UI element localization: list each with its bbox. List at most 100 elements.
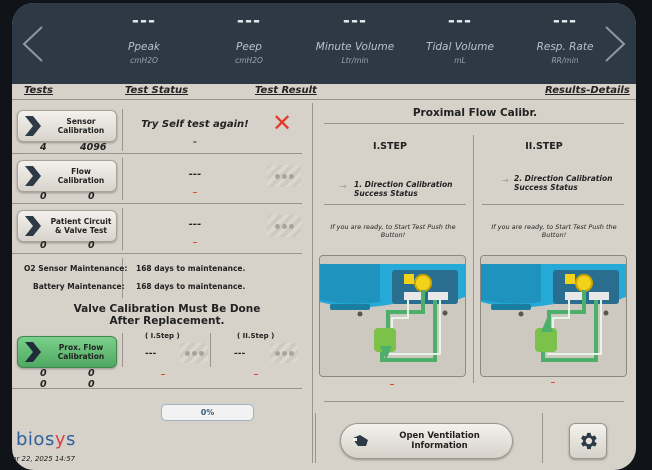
- app-frame: --- Ppeak cmH2O --- Peep cmH2O --- Minut…: [12, 3, 636, 470]
- step2-title: II.STEP: [525, 141, 563, 152]
- footer-divider: [315, 413, 316, 463]
- test-value: 0: [88, 240, 95, 251]
- status-indicator: [193, 192, 197, 193]
- status-indicator: [193, 242, 197, 243]
- param-name: Peep: [236, 41, 262, 53]
- arrow-right-icon: →: [502, 176, 509, 185]
- param-unit: cmH2O: [130, 56, 158, 65]
- battery-maintenance-label: Battery Maintenance:: [33, 282, 125, 291]
- step1-value: ---: [145, 349, 157, 359]
- patient-circuit-valve-test-button[interactable]: Patient Circuit & Valve Test: [17, 210, 117, 242]
- param-resp-rate: --- Resp. Rate RR/min: [510, 11, 620, 65]
- step1-title: I.STEP: [373, 141, 407, 152]
- prox-value: 0: [88, 368, 95, 379]
- chevron-right-icon: [18, 336, 48, 368]
- footer-divider: [324, 401, 624, 402]
- pending-dots-icon: [267, 165, 301, 187]
- param-name: Tidal Volume: [426, 41, 494, 53]
- param-unit: RR/min: [551, 56, 579, 65]
- step1-ready-instructions: If you are ready, to Start Test Push the…: [330, 223, 456, 239]
- chevron-right-icon: [18, 160, 48, 192]
- param-peep: --- Peep cmH2O: [194, 11, 304, 65]
- sensor-calibration-button[interactable]: Sensor Calibration: [17, 110, 117, 142]
- param-name: Minute Volume: [315, 41, 395, 53]
- pending-dots-icon: [180, 343, 208, 363]
- param-ppeak: --- Ppeak cmH2O: [89, 11, 199, 65]
- prox-flow-calibration-button[interactable]: Prox. Flow Calibration: [17, 336, 117, 368]
- o2-maintenance-value: 168 days to maintenance.: [136, 264, 246, 273]
- proximal-flow-title: Proximal Flow Calibr.: [412, 107, 538, 119]
- test-value: 0: [88, 191, 95, 202]
- column-header-result: Test Result: [255, 85, 317, 96]
- row-separator: [12, 203, 302, 204]
- row-separator: [12, 388, 302, 389]
- param-value: ---: [342, 11, 368, 31]
- prox-value: 0: [40, 368, 47, 379]
- flow-calibration-button[interactable]: Flow Calibration: [17, 160, 117, 192]
- test-status: ---: [188, 219, 202, 230]
- param-name: Ppeak: [128, 41, 160, 53]
- param-unit: Ltr/min: [341, 56, 369, 65]
- step-divider: [210, 333, 211, 367]
- step-separator: [482, 204, 624, 205]
- status-indicator: [551, 382, 555, 383]
- test-value: 0: [40, 240, 47, 251]
- step2-value: ---: [234, 349, 246, 359]
- arrow-right-icon: →: [340, 182, 347, 191]
- test-value: 4: [40, 142, 47, 153]
- param-value: ---: [236, 11, 262, 31]
- status-dash: –: [193, 137, 197, 146]
- step2-label: ( II.Step ): [237, 332, 275, 340]
- step1-label: ( I.Step ): [145, 332, 180, 340]
- open-ventilation-information-button[interactable]: Open Ventilation Information: [340, 423, 513, 459]
- row-divider: [122, 333, 123, 367]
- row-divider: [122, 208, 123, 250]
- previous-page-arrow-icon[interactable]: [20, 25, 46, 63]
- chevron-right-icon: [18, 110, 48, 142]
- button-label: Flow Calibration: [57, 167, 105, 185]
- param-unit: mL: [454, 56, 466, 65]
- chevron-right-icon: [18, 210, 48, 242]
- param-value: ---: [552, 11, 578, 31]
- status-indicator: [254, 374, 258, 375]
- test-value: 4096: [80, 142, 107, 153]
- param-minute-volume: --- Minute Volume Ltr/min: [300, 11, 410, 65]
- calibration-progress-bar: 0%: [161, 404, 254, 421]
- status-indicator: [161, 374, 165, 375]
- status-indicator: [390, 384, 394, 385]
- step1-direction-status: 1. Direction Calibration Success Status: [354, 180, 453, 198]
- row-divider: [122, 158, 123, 200]
- step-column-divider: [473, 135, 474, 383]
- button-label: Patient Circuit & Valve Test: [50, 217, 112, 235]
- hand-pointer-icon: [341, 434, 381, 448]
- param-tidal-volume: --- Tidal Volume mL: [405, 11, 515, 65]
- test-status: Try Self test again!: [141, 119, 249, 130]
- column-header-details: Results-Details: [545, 85, 630, 96]
- fail-x-icon: ✕: [272, 109, 293, 137]
- param-value: ---: [447, 11, 473, 31]
- step1-flow-sensor-diagram: [319, 255, 466, 377]
- step2-flow-sensor-diagram: [480, 255, 627, 377]
- param-value: ---: [131, 11, 157, 31]
- param-unit: cmH2O: [235, 56, 263, 65]
- row-separator: [12, 253, 302, 254]
- panel-divider: [312, 103, 313, 463]
- row-divider: [122, 109, 123, 151]
- gear-icon: [581, 432, 597, 450]
- o2-maintenance-label: O2 Sensor Maintenance:: [24, 264, 128, 273]
- valve-calibration-message: Valve Calibration Must Be Done After Rep…: [73, 303, 261, 327]
- row-separator: [12, 153, 302, 154]
- step2-direction-status: 2. Direction Calibration Success Status: [514, 174, 613, 192]
- header-divider: [12, 99, 636, 100]
- step2-ready-instructions: If you are ready, to Start Test Push the…: [491, 223, 617, 239]
- footer-divider: [542, 413, 543, 463]
- column-header-status: Test Status: [125, 85, 189, 96]
- date-time: pr 22, 2025 14:57: [12, 455, 76, 463]
- settings-button[interactable]: [569, 423, 607, 459]
- button-label: Prox. Flow Calibration: [57, 343, 105, 361]
- button-label: Sensor Calibration: [57, 117, 105, 135]
- param-name: Resp. Rate: [536, 41, 594, 53]
- pending-dots-icon: [270, 343, 298, 363]
- test-status: ---: [188, 169, 202, 180]
- pending-dots-icon: [267, 215, 301, 237]
